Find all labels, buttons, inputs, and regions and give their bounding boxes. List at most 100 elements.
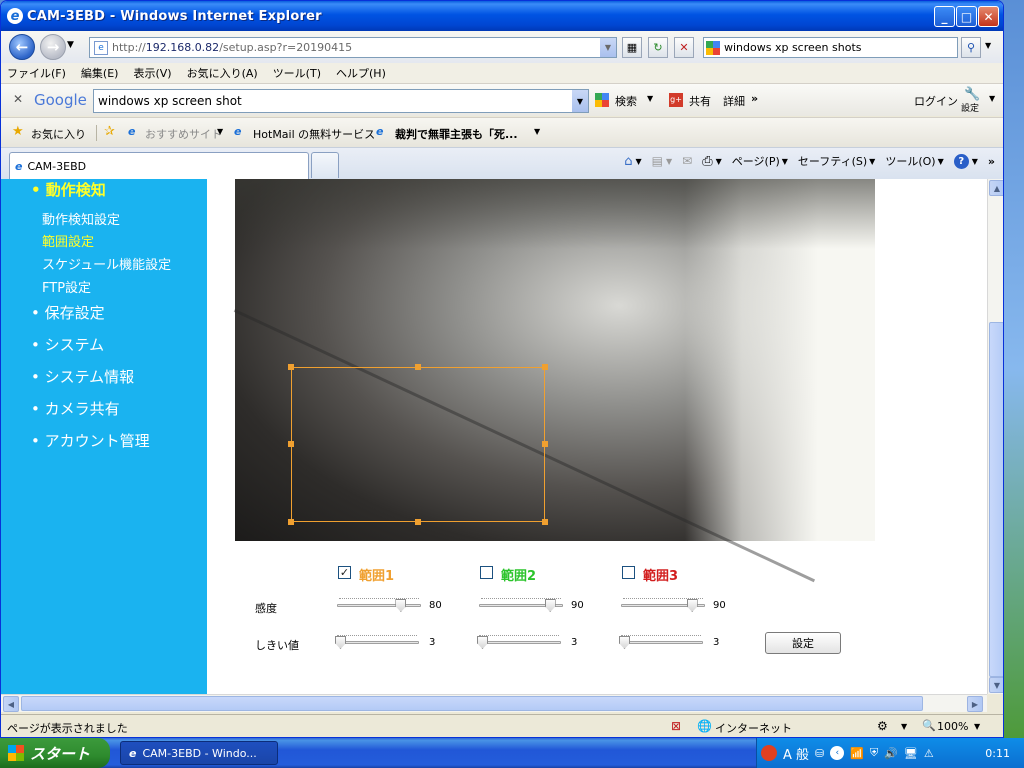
google-dropdown-icon[interactable]: ▼ bbox=[572, 90, 588, 112]
search-options-icon[interactable]: ▼ bbox=[985, 41, 991, 50]
fav-item-news[interactable]: 裁判で無罪主張も「死... bbox=[395, 126, 518, 142]
horizontal-scrollbar[interactable]: ◀ ▶ bbox=[1, 694, 987, 712]
new-tab-button[interactable] bbox=[311, 152, 339, 178]
shield-icon[interactable]: ⛨ bbox=[870, 746, 878, 760]
zone1-checkbox[interactable]: ✓ bbox=[338, 566, 351, 579]
print-icon[interactable]: ⎙ bbox=[702, 154, 712, 169]
suggested-dropdown-icon[interactable]: ▼ bbox=[217, 127, 223, 136]
tools-menu[interactable]: ツール(O) bbox=[885, 153, 935, 169]
security-icon[interactable]: ⚠ bbox=[924, 747, 934, 760]
help-dropdown-icon[interactable]: ▼ bbox=[972, 157, 978, 166]
menu-tools[interactable]: ツール(T) bbox=[273, 65, 321, 81]
menu-help[interactable]: ヘルプ(H) bbox=[336, 65, 386, 81]
resize-handle[interactable] bbox=[415, 364, 421, 370]
scroll-up-icon[interactable]: ▲ bbox=[989, 180, 1003, 196]
zoom-icon[interactable]: 🔍 bbox=[922, 719, 936, 732]
google-search-button[interactable]: 検索 bbox=[615, 93, 637, 109]
sidebar-sub-range-settings[interactable]: 範囲設定 bbox=[42, 231, 94, 250]
page-dropdown-icon[interactable]: ▼ bbox=[782, 157, 788, 166]
set-button[interactable]: 設定 bbox=[765, 632, 841, 654]
network-icon[interactable]: 📶 bbox=[850, 747, 864, 760]
fav-item-hotmail[interactable]: HotMail の無料サービス bbox=[253, 126, 375, 142]
vertical-scroll-thumb[interactable] bbox=[989, 322, 1003, 677]
zone3-sensitivity-slider[interactable] bbox=[621, 597, 705, 613]
menu-file[interactable]: ファイル(F) bbox=[7, 65, 66, 81]
sidebar-item-account[interactable]: • アカウント管理 bbox=[31, 430, 150, 451]
maximize-button[interactable]: □ bbox=[956, 6, 977, 27]
tray-toolbar-icon[interactable]: ⛁ bbox=[815, 747, 824, 760]
menu-view[interactable]: 表示(V) bbox=[133, 65, 171, 81]
zone3-threshold-slider[interactable] bbox=[619, 634, 703, 650]
vertical-scrollbar[interactable]: ▲ ▼ bbox=[987, 179, 1003, 694]
resize-handle[interactable] bbox=[542, 364, 548, 370]
fav-item-suggested[interactable]: おすすめサイト bbox=[145, 126, 222, 142]
resize-handle[interactable] bbox=[415, 519, 421, 525]
protected-dropdown-icon[interactable]: ▼ bbox=[901, 722, 907, 731]
resize-handle[interactable] bbox=[288, 441, 294, 447]
sidebar-item-system-info[interactable]: • システム情報 bbox=[31, 366, 134, 387]
zone3-checkbox[interactable] bbox=[622, 566, 635, 579]
google-search-input[interactable]: windows xp screen shot ▼ bbox=[93, 89, 589, 113]
settings-button[interactable]: 設定 bbox=[961, 101, 979, 114]
zone1-sensitivity-slider[interactable] bbox=[337, 597, 421, 613]
refresh-icon[interactable]: ↻ bbox=[648, 37, 668, 58]
sidebar-sub-ftp[interactable]: FTP設定 bbox=[42, 277, 91, 296]
compat-view-icon[interactable]: ▦ bbox=[622, 37, 642, 58]
detection-rectangle[interactable] bbox=[288, 364, 548, 525]
search-go-icon[interactable]: ⚲ bbox=[961, 37, 981, 58]
blocked-icon[interactable]: ⊠ bbox=[671, 719, 681, 733]
scroll-down-icon[interactable]: ▼ bbox=[989, 677, 1003, 693]
sidebar-item-system[interactable]: • システム bbox=[31, 334, 104, 355]
cmd-more-icon[interactable]: » bbox=[988, 155, 995, 168]
home-dropdown-icon[interactable]: ▼ bbox=[635, 157, 641, 166]
mail-icon[interactable]: ✉ bbox=[682, 154, 692, 168]
zoom-level[interactable]: 100% bbox=[937, 720, 968, 733]
safety-menu[interactable]: セーフティ(S) bbox=[798, 153, 867, 169]
taskbar-item-ie[interactable]: e CAM-3EBD - Windo... bbox=[120, 741, 278, 765]
start-button[interactable]: スタート bbox=[0, 738, 110, 768]
history-dropdown-icon[interactable]: ▼ bbox=[67, 40, 74, 50]
minimize-button[interactable]: _ bbox=[934, 6, 955, 27]
print-dropdown-icon[interactable]: ▼ bbox=[716, 157, 722, 166]
menu-edit[interactable]: 編集(E) bbox=[81, 65, 119, 81]
news-dropdown-icon[interactable]: ▼ bbox=[534, 127, 540, 136]
resize-handle[interactable] bbox=[542, 519, 548, 525]
forward-button[interactable]: → bbox=[40, 34, 66, 60]
wrench-icon[interactable]: 🔧 bbox=[964, 87, 980, 102]
zoom-dropdown-icon[interactable]: ▼ bbox=[974, 722, 980, 731]
more-arrows-icon[interactable]: » bbox=[751, 92, 758, 105]
login-button[interactable]: ログイン bbox=[914, 93, 958, 109]
tray-app-icon[interactable] bbox=[761, 745, 777, 761]
menu-favorites[interactable]: お気に入り(A) bbox=[187, 65, 258, 81]
protected-mode-icon[interactable]: ⚙ bbox=[877, 719, 888, 733]
close-button[interactable]: ✕ bbox=[978, 6, 999, 27]
stop-icon[interactable]: ✕ bbox=[674, 37, 694, 58]
resize-handle[interactable] bbox=[288, 364, 294, 370]
feeds-dropdown-icon[interactable]: ▼ bbox=[666, 157, 672, 166]
zone2-sensitivity-slider[interactable] bbox=[479, 597, 563, 613]
scroll-right-icon[interactable]: ▶ bbox=[967, 696, 983, 712]
sidebar-sub-motion-settings[interactable]: 動作検知設定 bbox=[42, 209, 120, 228]
sound-icon[interactable]: 🔊 bbox=[884, 747, 898, 760]
ime-indicator[interactable]: A 般 bbox=[783, 744, 809, 763]
monitor-icon[interactable]: 🖥 bbox=[904, 747, 918, 760]
sidebar-item-motion-detect[interactable]: • 動作検知 bbox=[31, 179, 106, 200]
zone2-checkbox[interactable] bbox=[480, 566, 493, 579]
home-icon[interactable]: ⌂ bbox=[624, 154, 632, 169]
title-bar[interactable]: e CAM-3EBD - Windows Internet Explorer bbox=[1, 1, 1003, 31]
tab-cam[interactable]: e CAM-3EBD bbox=[9, 152, 309, 180]
zone1-threshold-slider[interactable] bbox=[335, 634, 419, 650]
share-button[interactable]: 共有 bbox=[689, 93, 711, 109]
safety-dropdown-icon[interactable]: ▼ bbox=[869, 157, 875, 166]
resize-handle[interactable] bbox=[288, 519, 294, 525]
feeds-icon[interactable]: ▤ bbox=[652, 154, 663, 168]
url-dropdown-icon[interactable]: ▼ bbox=[600, 38, 616, 57]
sidebar-sub-schedule[interactable]: スケジュール機能設定 bbox=[42, 254, 171, 273]
resize-handle[interactable] bbox=[542, 441, 548, 447]
sidebar-item-camera-share[interactable]: • カメラ共有 bbox=[31, 398, 120, 419]
search-input[interactable]: windows xp screen shots bbox=[703, 37, 958, 58]
back-button[interactable]: ← bbox=[9, 34, 35, 60]
help-icon[interactable]: ? bbox=[953, 153, 969, 169]
settings-dropdown-icon[interactable]: ▼ bbox=[989, 94, 995, 103]
google-search-dropdown-icon[interactable]: ▼ bbox=[647, 94, 653, 103]
